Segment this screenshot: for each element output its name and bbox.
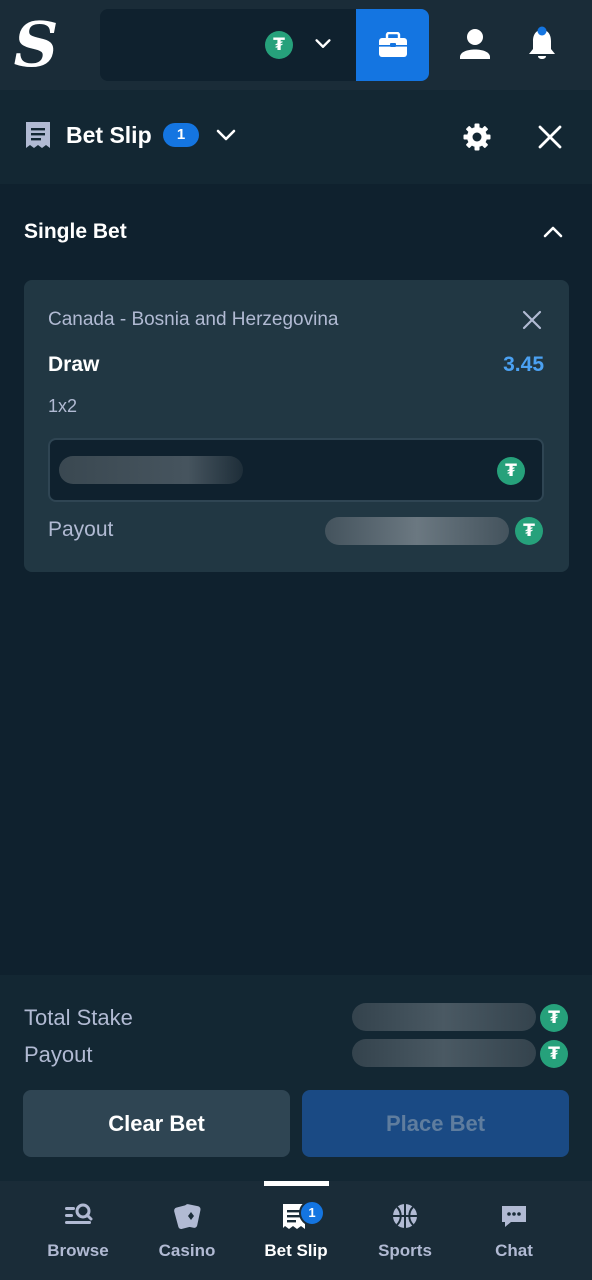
tether-coin-icon: ₮ bbox=[540, 1040, 568, 1068]
bet-odds: 3.45 bbox=[503, 353, 544, 376]
nav-label: Bet Slip bbox=[264, 1241, 328, 1260]
payout-label: Payout bbox=[48, 518, 114, 541]
redacted-payout-value bbox=[325, 517, 509, 545]
gear-icon[interactable] bbox=[462, 122, 492, 152]
total-stake-label: Total Stake bbox=[24, 1005, 133, 1030]
stake-logo[interactable]: S bbox=[12, 12, 60, 78]
bell-icon[interactable] bbox=[522, 24, 562, 64]
nav-label: Browse bbox=[47, 1241, 109, 1260]
stake-input[interactable]: ₮ bbox=[48, 438, 544, 502]
redacted-total-stake bbox=[352, 1003, 536, 1031]
redacted-stake-value bbox=[59, 456, 243, 484]
bet-count-badge: 1 bbox=[163, 123, 199, 147]
nav-label: Sports bbox=[378, 1241, 432, 1260]
chevron-up-icon[interactable] bbox=[540, 220, 566, 244]
bet-outcome: Draw bbox=[48, 353, 100, 376]
bet-market: 1x2 bbox=[48, 396, 78, 416]
receipt-icon bbox=[26, 122, 50, 148]
browse-icon bbox=[65, 1203, 93, 1224]
nav-item-chat[interactable]: Chat bbox=[460, 1181, 568, 1280]
event-name[interactable]: Canada - Bosnia and Herzegovina bbox=[48, 308, 338, 332]
user-icon[interactable] bbox=[455, 24, 495, 64]
close-icon[interactable] bbox=[521, 309, 543, 331]
redacted-summary-payout bbox=[352, 1039, 536, 1067]
wallet-icon bbox=[379, 32, 407, 57]
nav-label: Casino bbox=[158, 1241, 216, 1260]
casino-cards-icon bbox=[174, 1204, 201, 1230]
bet-slip-count-badge: 1 bbox=[299, 1200, 325, 1226]
nav-item-browse[interactable]: Browse bbox=[24, 1181, 132, 1280]
top-bar: S ₮ bbox=[0, 0, 592, 90]
tether-coin-icon: ₮ bbox=[497, 457, 525, 485]
nav-label: Chat bbox=[495, 1241, 533, 1260]
basketball-icon bbox=[393, 1204, 417, 1228]
tether-coin-icon: ₮ bbox=[540, 1004, 568, 1032]
summary-payout-label: Payout bbox=[24, 1042, 93, 1067]
chevron-down-icon bbox=[315, 39, 331, 48]
section-title-single-bet: Single Bet bbox=[24, 220, 127, 243]
bet-summary: Total Stake ₮ Payout ₮ Clear Bet Place B… bbox=[0, 975, 592, 1181]
bottom-nav: Browse Casino Bet Slip 1 Sports Chat bbox=[0, 1181, 592, 1280]
chevron-down-icon[interactable] bbox=[214, 123, 238, 147]
chat-icon bbox=[502, 1206, 526, 1227]
bet-card: Canada - Bosnia and Herzegovina Draw 3.4… bbox=[24, 280, 569, 572]
place-bet-button[interactable]: Place Bet bbox=[302, 1090, 569, 1157]
nav-item-bet-slip[interactable]: Bet Slip bbox=[242, 1181, 350, 1280]
bet-slip-header: Bet Slip 1 bbox=[0, 90, 592, 184]
bet-slip-title: Bet Slip bbox=[66, 122, 152, 148]
wallet-button[interactable] bbox=[356, 9, 429, 81]
clear-bet-button[interactable]: Clear Bet bbox=[23, 1090, 290, 1157]
balance-selector[interactable]: ₮ bbox=[100, 9, 356, 81]
tether-coin-icon: ₮ bbox=[515, 517, 543, 545]
nav-item-casino[interactable]: Casino bbox=[133, 1181, 241, 1280]
close-icon[interactable] bbox=[536, 123, 564, 151]
tether-coin-icon: ₮ bbox=[265, 31, 293, 59]
nav-item-sports[interactable]: Sports bbox=[351, 1181, 459, 1280]
